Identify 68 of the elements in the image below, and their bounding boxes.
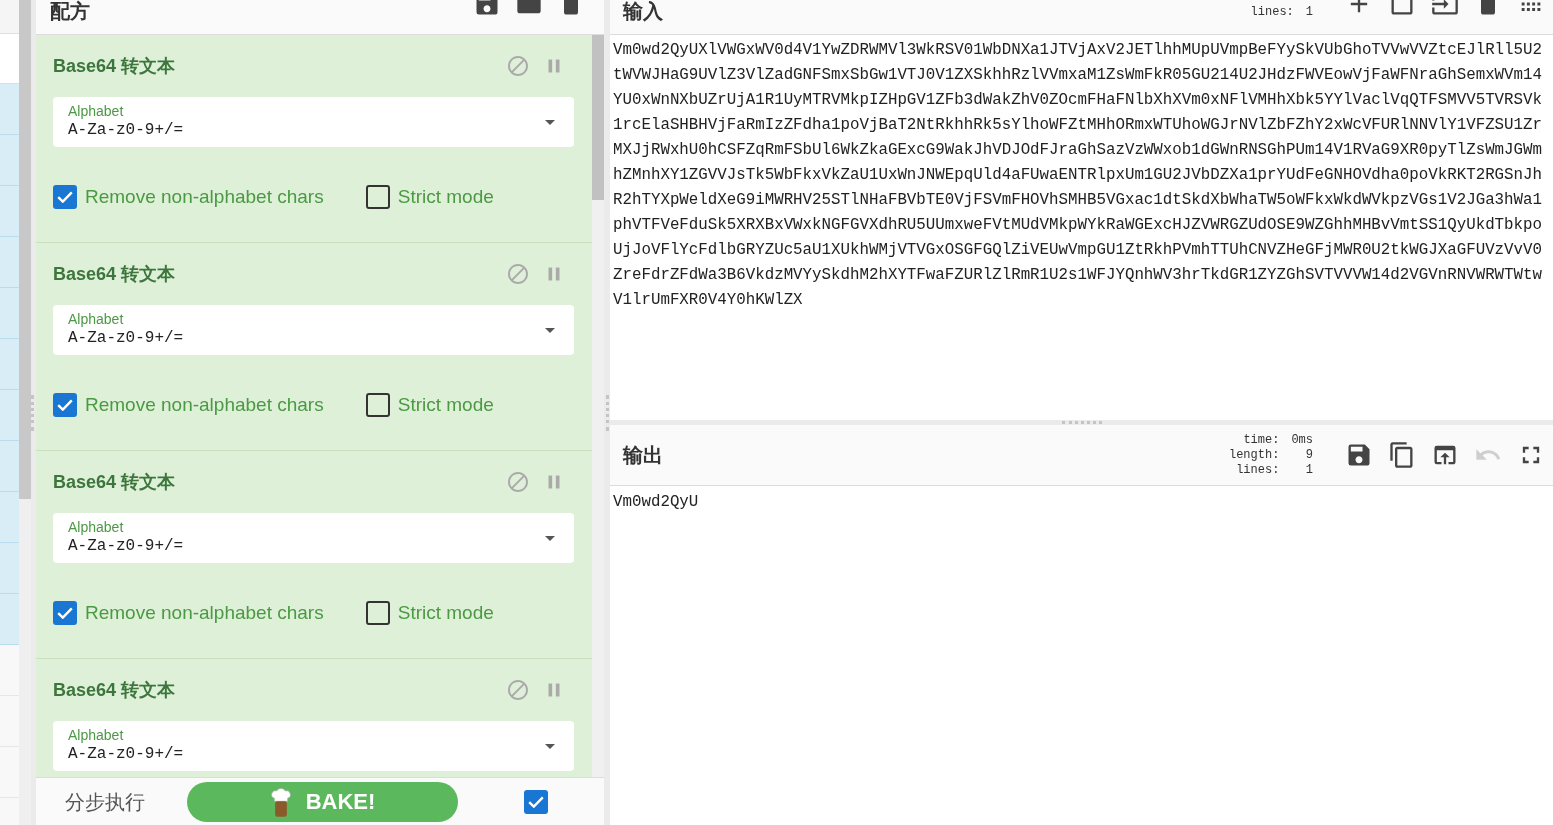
operation-list-item[interactable] [0, 594, 19, 645]
operation-list-item[interactable] [0, 339, 19, 390]
panel-title: 输入 [623, 0, 663, 22]
scrollbar-thumb[interactable] [19, 0, 31, 499]
checkbox-label: Strict mode [397, 393, 494, 417]
circle-slash-icon[interactable] [506, 678, 530, 702]
operation-title: Base64 转文本 [53, 54, 176, 78]
checkbox[interactable] [53, 601, 77, 625]
panel-title: 输出 [623, 443, 663, 468]
operation-list-item[interactable] [0, 288, 19, 339]
stat-label: lines: [1235, 462, 1280, 478]
field-label: Alphabet [68, 727, 124, 743]
checkbox[interactable] [365, 185, 390, 209]
checkbox-label: Remove non-alphabet chars [85, 393, 324, 417]
circle-slash-icon[interactable] [506, 54, 530, 78]
checkbox[interactable] [53, 185, 77, 209]
panel-header [0, 0, 19, 34]
panel-title: 配方 [50, 0, 90, 22]
operation-list-item[interactable] [0, 543, 19, 594]
stat-value: 1 [1305, 5, 1313, 20]
operation-list-item[interactable] [0, 84, 19, 135]
check-icon [528, 795, 544, 808]
dropdown-field[interactable]: Alphabet A-Za-z0-9+/= [53, 97, 574, 147]
category-header[interactable] [0, 645, 19, 696]
field-label: Alphabet [68, 103, 124, 119]
operation-title: Base64 转文本 [53, 678, 176, 702]
copy-icon[interactable] [1388, 441, 1416, 469]
dropdown-field[interactable]: Alphabet A-Za-z0-9+/= [53, 513, 574, 563]
operation-list-item[interactable] [0, 135, 19, 186]
checkbox-label: Remove non-alphabet chars [85, 185, 324, 209]
scrollbar-thumb[interactable] [592, 35, 604, 200]
stat-label: length: [1228, 447, 1280, 463]
dropdown-field[interactable]: Alphabet A-Za-z0-9+/= [53, 305, 574, 355]
stat-value: 1 [1304, 462, 1313, 478]
stat-label: lines: [1250, 5, 1294, 20]
input-text: Vm0wd2QyUXlVWGxWV0d4V1YwZDRWMVl3WkRSV01WbDNXa1JTVjAxV2JETlhhMUpUVmpBeFYySkVUbGhoTVVwVVZtcEJlRll5U2 tWVWJHaG9UVlZ3VlZadGNFSmxSbGw1VTJ0V1ZXSkhhRzlVVmxaM1ZsWmFkR05GU214U2JHdzFWVEowVjFaWFNraGhSemxWVm14 YU0xWnNXbUZrUjA1R1UyMTRVMkpIZHpGV1ZFb3dWakZhV0ZOcmFHaFNlbXhXVm0xNFlVMHhXbk5YYlVaclVqQTFSMVV5TVRSVk 1rcElaSHBHVjFaRmIzZFdha1poVjBaT2NtRkhhRk5sYlhoWFZtMHhORmxWTUhoWGJrNVlZbFZhY2xWcVFURlNNVlY1VFZSU1Zr MXJjRWxhU0hCSFZqRmFSbUl6WkZkaGExcG9WakJhVDJOdFJraGhSazVzWWxob1dGWnRNSGhPUm14V1RVaG9XR0pyTlZsWmJGWm hZMnhXY1ZGVVJsTk5WbFkxVkZaU1UxWnJNWEpqUld4aFUwaENTRlpxUm1GU2JVbDZXa1prYUdFeGNHOVdha0poVkRKT2RGSnJh R2hTYXpWeldXeG9iMWRHV25STlNHaFBVbTE0VjFSVmFHOVhSMHB5VGxac1dtSkdXbWhaTW5oWFkxWkdWVkpzVGs1V2JGa3hWa1 phVTFVeFduSk5XRXBxVWxkNGFGVXdhRU5UUmxweFVtMUdVMkpWYkRaWGExcHJZVWRGZUdOSE9WZGhhMHBvVmtSS1QyUkdTbkpo UjJoVFlYcFdlbGRYZUc5aU1XUkhWMjVTVGxOSGFGQlZiVEUwVmpGU1ZtRkhPVmhTTUhCNVZHeGFjMWR0U2tkWGJXaGFUVzVvV0 ZreFdrZFdWa3B6VkdzMVYySkdhM2hXYTFwaFZURlZlRmR1U2s1WFJYQnhWV3hrTkdGR1ZYZGhSVTVVVW14d2VGVnRNVWRWTWtw V1lrUmFXR0V4Y0hKWlZX [613, 40, 1542, 311]
operation-list-item[interactable] [0, 390, 19, 441]
stat-label: time: [1242, 432, 1280, 448]
operation-list-item[interactable] [0, 237, 19, 288]
circle-slash-icon[interactable] [506, 470, 530, 494]
checkbox[interactable] [53, 393, 77, 417]
stat-value: 0ms [1291, 432, 1313, 448]
checkbox[interactable] [365, 393, 390, 417]
operation-title: Base64 转文本 [53, 262, 176, 286]
field-value: A-Za-z0-9+/= [68, 536, 184, 557]
checkbox[interactable] [524, 789, 548, 814]
operation-list-item[interactable] [0, 186, 19, 237]
checkbox[interactable] [365, 601, 390, 625]
checkbox-label: Remove non-alphabet chars [85, 601, 324, 625]
check-icon [57, 607, 73, 619]
field-label: Alphabet [68, 519, 124, 535]
chef-icon [269, 786, 292, 817]
output-text: Vm0wd2QyU [613, 492, 699, 513]
stat-value: 9 [1304, 447, 1313, 463]
field-value: A-Za-z0-9+/= [68, 120, 184, 141]
checkbox-label: Strict mode [397, 185, 494, 209]
operation-list-item[interactable] [0, 492, 19, 543]
checkbox-label: Strict mode [397, 601, 494, 625]
field-value: A-Za-z0-9+/= [68, 328, 184, 349]
operation-list-item[interactable] [0, 441, 19, 492]
field-label: Alphabet [68, 311, 124, 327]
dropdown-field[interactable]: Alphabet A-Za-z0-9+/= [53, 721, 574, 771]
check-icon [57, 191, 73, 203]
check-icon [57, 399, 73, 411]
circle-slash-icon[interactable] [506, 262, 530, 286]
step-button[interactable]: 分步执行 [65, 789, 145, 814]
operation-title: Base64 转文本 [53, 470, 176, 494]
field-value: A-Za-z0-9+/= [68, 744, 184, 765]
